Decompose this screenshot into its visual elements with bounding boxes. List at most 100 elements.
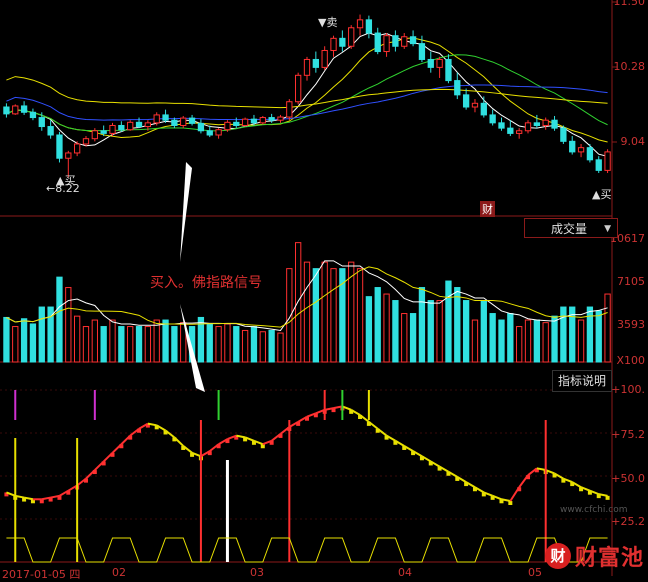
candle-body: [295, 74, 302, 103]
candle-body: [577, 147, 585, 153]
candle-body: [73, 143, 81, 154]
indicator-help-button[interactable]: 指标说明: [552, 370, 612, 392]
vol-axis-label-4: X100: [616, 354, 645, 367]
candle-body: [356, 19, 364, 29]
volume-bar: [542, 322, 549, 363]
watermark-icon: 财: [544, 543, 571, 569]
candle-body: [29, 111, 37, 119]
candle-body: [339, 37, 346, 47]
buy-signal-annotation: 买入。佛指路信号: [150, 275, 262, 291]
candle-body: [409, 36, 417, 45]
indicator-dot: [313, 413, 318, 418]
volume-bar: [436, 300, 443, 363]
indicator-dot: [526, 475, 531, 480]
volume-bar: [356, 268, 364, 363]
candle-body: [312, 58, 319, 68]
candle-body: [250, 118, 258, 124]
indicator-segment: [173, 436, 184, 447]
candle-body: [224, 121, 231, 131]
candle-body: [20, 105, 28, 113]
price-axis-top: 11.50: [613, 0, 646, 8]
indicator-dot: [66, 490, 71, 495]
indicator-dot: [517, 487, 522, 492]
candle-body: [480, 102, 487, 116]
volume-bar: [268, 329, 275, 363]
candle-body: [91, 130, 98, 140]
dropdown-caret-icon: ▼: [604, 224, 611, 234]
vol-axis-label-2: 7105: [617, 275, 645, 288]
volume-bar: [604, 293, 611, 363]
volume-bar: [259, 331, 266, 363]
moving-average-line: [6, 37, 608, 143]
volume-bar: [498, 319, 505, 363]
candle-body: [286, 101, 293, 118]
volume-bar: [118, 326, 125, 363]
volume-bar: [409, 313, 417, 363]
indicator-dot: [137, 428, 142, 433]
candle-body: [533, 122, 541, 126]
candle-body: [569, 140, 576, 153]
volume-dropdown-label: 成交量: [551, 222, 588, 236]
volume-bar: [100, 326, 107, 363]
volume-bar: [586, 306, 594, 363]
date-label-0: 2017-01-05 四: [2, 568, 81, 581]
candle-body: [162, 114, 169, 121]
stock-chart: [0, 0, 617, 576]
date-label-4: 05: [528, 566, 542, 579]
indicator-dot: [305, 416, 309, 421]
indicator-dot: [216, 444, 221, 449]
candle-body: [38, 117, 45, 128]
ind-axis-label-4: +25.2: [611, 515, 645, 528]
indicator-dot: [225, 439, 230, 444]
volume-bar: [374, 287, 381, 363]
buy-marker-1: ▲买: [56, 174, 76, 187]
volume-bar: [365, 296, 373, 363]
volume-bar: [144, 326, 152, 363]
candle-body: [180, 117, 187, 126]
volume-bar: [312, 268, 319, 363]
watermark-logo: 财 财富池: [544, 540, 644, 572]
indicator-dot: [260, 444, 265, 449]
candle-body: [47, 126, 54, 136]
volume-bar: [277, 332, 284, 363]
vol-axis-label-3: 3593: [617, 318, 645, 331]
indicator-dot: [119, 444, 124, 449]
date-label-2: 03: [250, 566, 264, 579]
volume-bar: [445, 280, 452, 363]
volume-bar: [418, 287, 426, 363]
volume-bar: [507, 313, 514, 363]
candle-body: [171, 119, 178, 126]
candle-body: [471, 102, 479, 108]
candle-body: [551, 119, 558, 129]
candle-body: [109, 124, 116, 134]
ind-axis-label-2: +75.2: [611, 428, 645, 441]
volume-bar: [577, 319, 585, 363]
volume-bar: [462, 300, 470, 363]
indicator-dot: [57, 495, 62, 500]
ind-axis-label-3: +50.0: [611, 472, 645, 485]
volume-bar: [241, 329, 249, 363]
indicator-dot: [278, 433, 283, 438]
candle-body: [233, 121, 240, 126]
candle-body: [153, 114, 160, 124]
volume-bar: [480, 300, 487, 363]
date-label-1: 02: [112, 566, 126, 579]
volume-bar: [206, 323, 213, 363]
candle-body: [516, 130, 523, 134]
volume-bar: [91, 319, 98, 363]
candle-body: [454, 80, 461, 96]
candle-body: [489, 114, 496, 124]
candle-body: [392, 35, 399, 47]
volume-bar: [330, 268, 337, 363]
band-line: [6, 537, 608, 563]
indicator-dot: [269, 440, 274, 445]
watermark-text: 财富池: [574, 546, 644, 571]
volume-dropdown[interactable]: 成交量 ▼: [524, 218, 618, 238]
volume-bar: [127, 326, 134, 363]
finance-event-marker[interactable]: 财: [480, 201, 495, 217]
candle-body: [560, 127, 567, 142]
volume-bar: [38, 306, 45, 363]
candle-body: [586, 147, 594, 161]
volume-bar: [171, 326, 178, 363]
moving-average-line: [6, 76, 608, 109]
